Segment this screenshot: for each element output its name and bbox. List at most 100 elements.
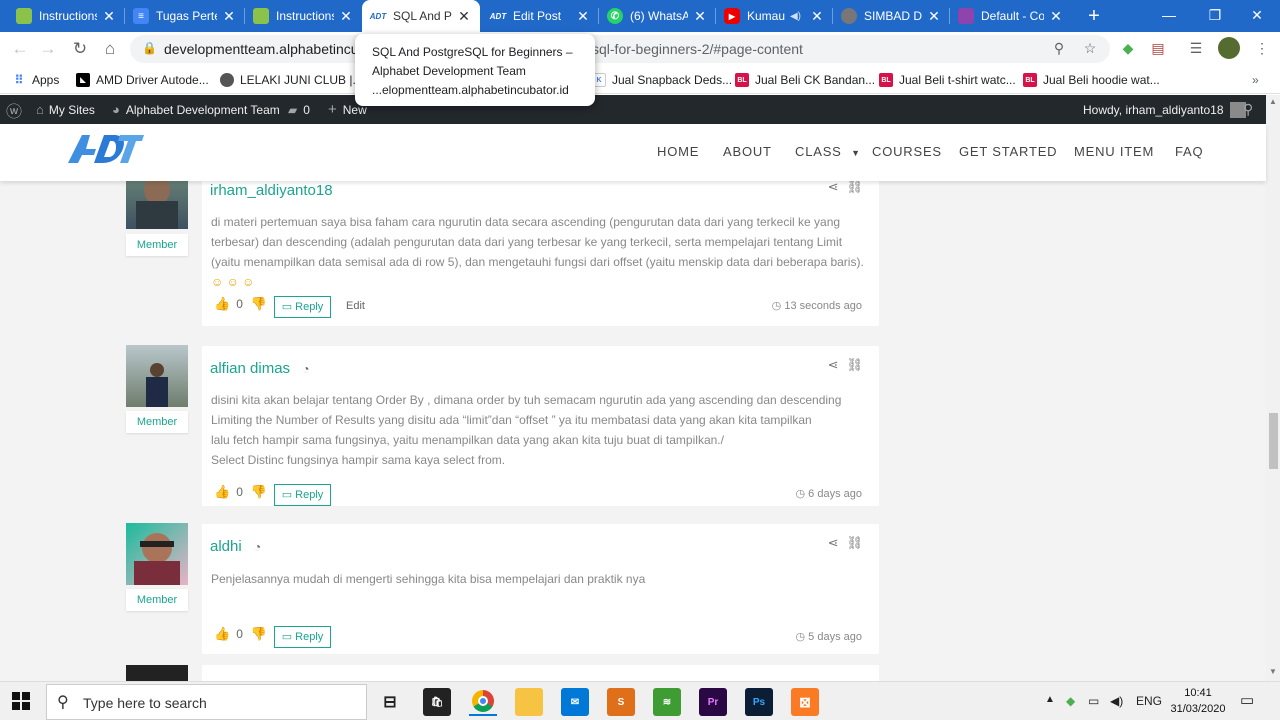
- bookmark-amd[interactable]: ◣ AMD Driver Autode...: [76, 71, 209, 89]
- wordpress-logo-icon[interactable]: ⓦ: [6, 95, 22, 124]
- browser-tab-active[interactable]: ADT SQL And PostgreSQL ✕: [362, 0, 480, 32]
- extension-icon[interactable]: ◆: [1118, 39, 1138, 59]
- avatar[interactable]: [126, 181, 188, 229]
- profile-avatar[interactable]: [1218, 37, 1240, 59]
- site-name-menu[interactable]: ◕ Alphabet Development Team: [112, 95, 280, 124]
- edit-link[interactable]: Edit: [346, 300, 365, 312]
- address-bar[interactable]: 🔒 developmentteam.alphabetincub sql-for-…: [130, 35, 1110, 63]
- close-tab-icon[interactable]: ✕: [692, 8, 708, 25]
- close-tab-icon[interactable]: ✕: [1048, 8, 1064, 25]
- reply-button[interactable]: ▭ Reply: [274, 626, 331, 648]
- notification-icon[interactable]: ▭: [1240, 691, 1254, 709]
- link-icon[interactable]: ⛓: [846, 535, 871, 550]
- mail-icon[interactable]: ✉: [561, 688, 589, 716]
- close-tab-icon[interactable]: ✕: [101, 8, 117, 25]
- language-indicator[interactable]: ENG: [1136, 694, 1162, 708]
- scroll-down-arrow-icon[interactable]: ▼: [1269, 667, 1277, 676]
- reload-button[interactable]: ↻: [68, 37, 92, 61]
- photoshop-icon[interactable]: Ps: [745, 688, 773, 716]
- forward-button[interactable]: →: [36, 37, 60, 61]
- premiere-pro-icon[interactable]: Pr: [699, 688, 727, 716]
- page-scrollbar[interactable]: ▲ ▼: [1266, 95, 1280, 681]
- browser-tab-3[interactable]: Instructions ✕: [245, 0, 362, 32]
- share-icon[interactable]: ⋖: [828, 357, 847, 372]
- thumbs-down-icon[interactable]: 👎: [251, 296, 267, 312]
- reply-button[interactable]: ▭ Reply: [274, 484, 331, 506]
- thumbs-up-icon[interactable]: 👍: [214, 626, 230, 642]
- comments-menu[interactable]: ▰ 0: [288, 95, 310, 124]
- pdf-extension-icon[interactable]: ▤: [1148, 39, 1168, 59]
- bookmark-ck[interactable]: BL Jual Beli CK Bandan...: [735, 71, 875, 89]
- close-tab-icon[interactable]: ✕: [926, 8, 942, 25]
- menu-kebab-icon[interactable]: ⋮: [1252, 39, 1272, 59]
- my-sites-menu[interactable]: ⌂ My Sites: [36, 95, 95, 124]
- file-explorer-icon[interactable]: [515, 688, 543, 716]
- back-button[interactable]: ←: [8, 37, 32, 61]
- tray-app-icon[interactable]: ◆: [1066, 694, 1075, 708]
- share-icon[interactable]: ⋖: [828, 535, 847, 550]
- search-icon[interactable]: ⚲: [1049, 39, 1069, 59]
- spreadsheet-app-icon[interactable]: ≋: [653, 688, 681, 716]
- nav-about[interactable]: ABOUT: [723, 144, 772, 159]
- bookmark-hoodie[interactable]: BL Jual Beli hoodie wat...: [1023, 71, 1160, 89]
- comment-author[interactable]: irham_aldiyanto18: [210, 182, 333, 199]
- bookmark-snapback[interactable]: K Jual Snapback Deds...: [592, 71, 732, 89]
- scroll-up-arrow-icon[interactable]: ▲: [1269, 97, 1277, 106]
- close-tab-icon[interactable]: ✕: [456, 8, 472, 25]
- new-tab-button[interactable]: +: [1082, 4, 1106, 28]
- thumbs-down-icon[interactable]: 👎: [251, 626, 267, 642]
- chrome-taskbar-icon[interactable]: [469, 688, 497, 716]
- nav-home[interactable]: HOME: [657, 144, 699, 159]
- network-icon[interactable]: ▭: [1088, 694, 1099, 708]
- close-tab-icon[interactable]: ✕: [575, 8, 591, 25]
- close-tab-icon[interactable]: ✕: [809, 8, 825, 25]
- nav-class[interactable]: CLASS ▼: [795, 144, 861, 159]
- sublime-text-icon[interactable]: S: [607, 688, 635, 716]
- link-icon[interactable]: ⛓: [846, 181, 871, 194]
- avatar[interactable]: [126, 523, 188, 585]
- close-tab-icon[interactable]: ✕: [221, 8, 237, 25]
- tray-expand-icon[interactable]: ▲: [1045, 694, 1055, 705]
- close-window-button[interactable]: ✕: [1234, 0, 1280, 32]
- browser-tab-7[interactable]: ▶ Kumau ◀) ✕: [716, 0, 833, 32]
- thumbs-down-icon[interactable]: 👎: [251, 484, 267, 500]
- nav-courses[interactable]: COURSES: [872, 144, 942, 159]
- browser-tab-1[interactable]: Instructions ✕: [8, 0, 125, 32]
- bookmark-tshirt[interactable]: BL Jual Beli t-shirt watc...: [879, 71, 1016, 89]
- bookmarks-overflow-icon[interactable]: »: [1252, 71, 1259, 89]
- rss-icon[interactable]: ◔: [302, 362, 309, 376]
- link-icon[interactable]: ⛓: [846, 357, 871, 372]
- task-view-icon[interactable]: ⊟: [376, 688, 404, 716]
- site-logo[interactable]: [66, 131, 146, 165]
- minimize-button[interactable]: —: [1146, 0, 1192, 32]
- browser-tab-9[interactable]: Default - Co ✕: [950, 0, 1072, 32]
- taskbar-search-input[interactable]: ⚲ Type here to search: [46, 684, 367, 720]
- reply-button[interactable]: ▭ Reply: [274, 296, 331, 318]
- avatar[interactable]: [126, 345, 188, 407]
- xampp-icon[interactable]: ⊠: [791, 688, 819, 716]
- share-icon[interactable]: ⋖: [828, 181, 847, 194]
- nav-get-started[interactable]: GET STARTED: [959, 144, 1057, 159]
- bookmark-apps[interactable]: ⠿ Apps: [12, 71, 60, 89]
- rss-icon[interactable]: ◔: [254, 540, 261, 554]
- store-icon[interactable]: 🛍: [423, 688, 451, 716]
- browser-tab-8[interactable]: SIMBAD DL ✕: [833, 0, 950, 32]
- close-tab-icon[interactable]: ✕: [338, 8, 354, 25]
- browser-tab-2[interactable]: ≡ Tugas Pertemuan ✕: [125, 0, 245, 32]
- nav-menu-item[interactable]: MENU ITEM: [1074, 144, 1154, 159]
- thumbs-up-icon[interactable]: 👍: [214, 296, 230, 312]
- howdy-account-menu[interactable]: Howdy, irham_aldiyanto18: [1083, 95, 1246, 124]
- home-button[interactable]: ⌂: [98, 37, 122, 61]
- media-control-icon[interactable]: ☰: [1186, 39, 1206, 59]
- maximize-button[interactable]: ❐: [1192, 0, 1238, 32]
- thumbs-up-icon[interactable]: 👍: [214, 484, 230, 500]
- comment-author[interactable]: alfian dimas ◔: [210, 360, 309, 377]
- windows-start-icon[interactable]: [12, 692, 30, 710]
- bookmark-star-icon[interactable]: ☆: [1080, 39, 1100, 59]
- scrollbar-thumb[interactable]: [1269, 413, 1278, 469]
- nav-faq[interactable]: FAQ: [1175, 144, 1203, 159]
- bookmark-lelaki[interactable]: LELAKI JUNI CLUB |...: [220, 71, 363, 89]
- avatar[interactable]: [126, 665, 188, 681]
- admin-search-icon[interactable]: ⚲: [1243, 95, 1253, 124]
- browser-tab-6[interactable]: ✆ (6) WhatsApp ✕: [599, 0, 716, 32]
